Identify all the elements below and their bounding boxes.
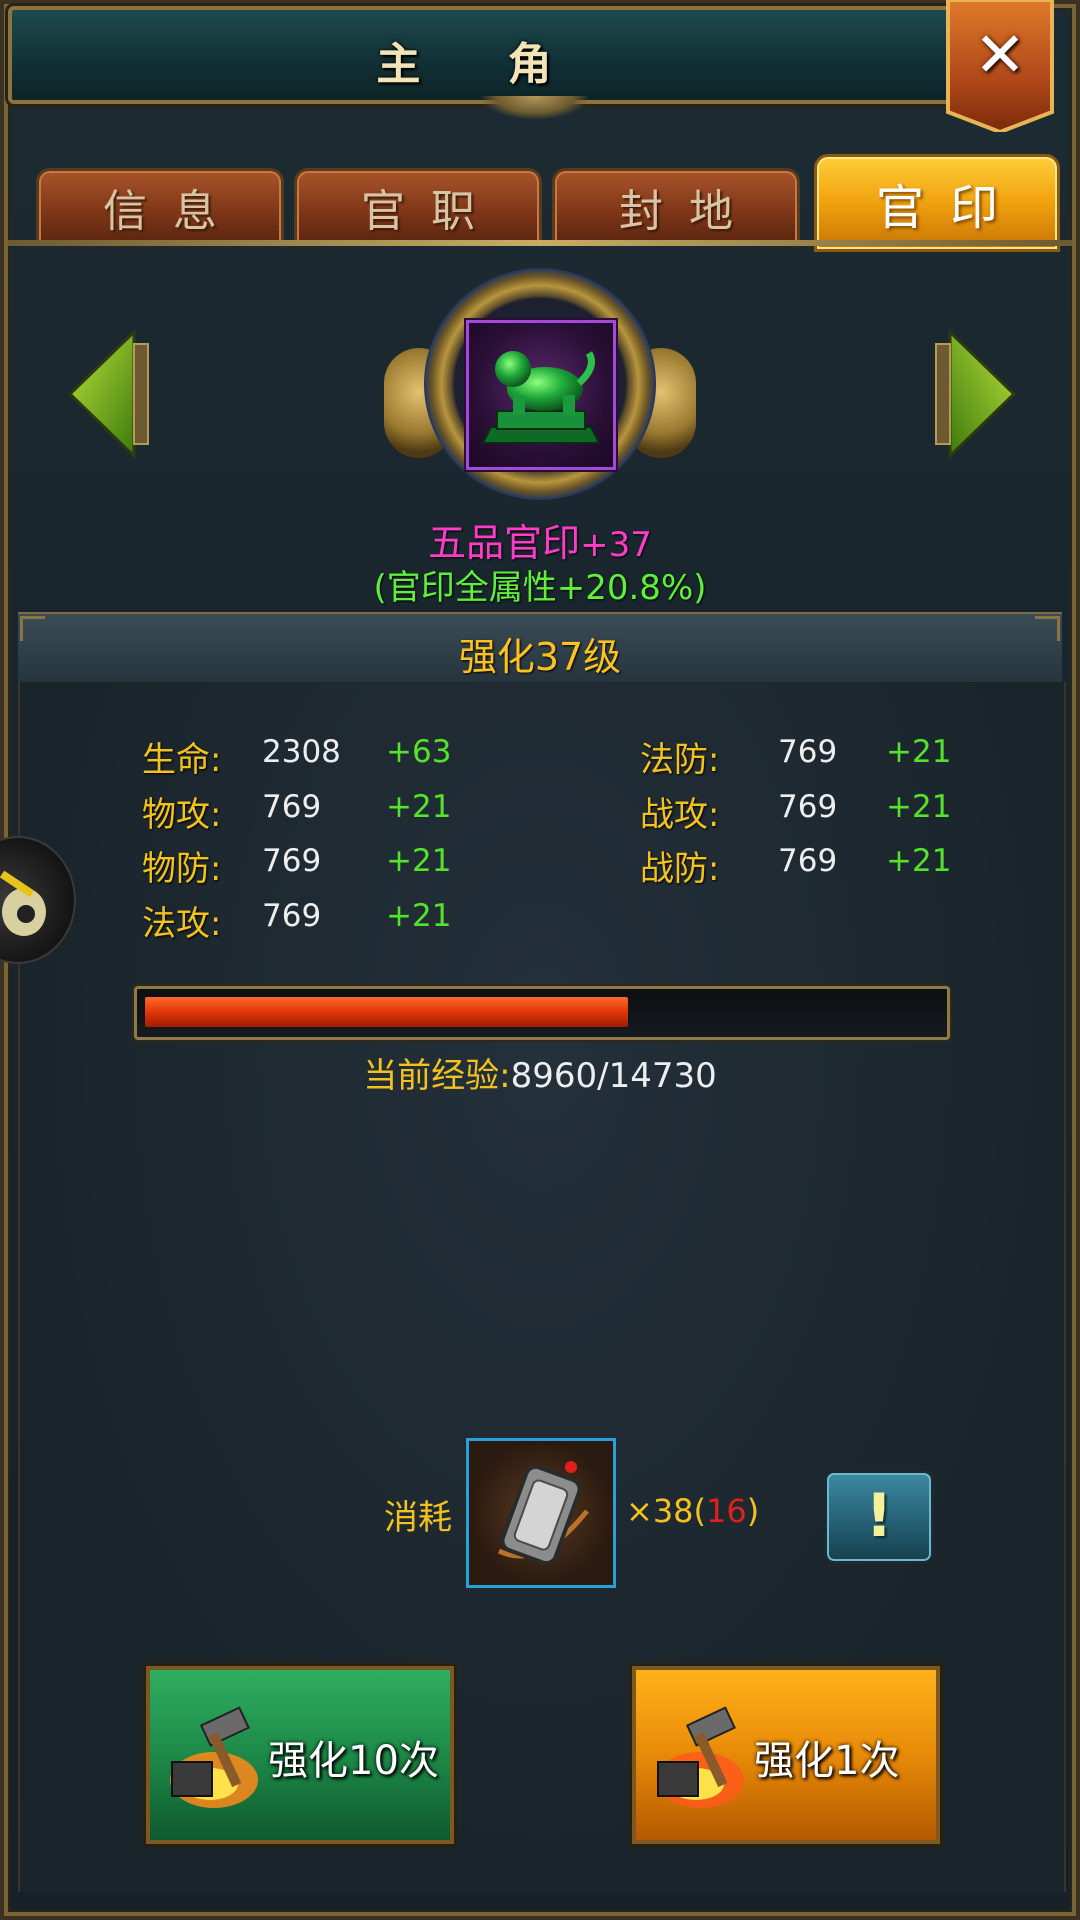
seal-level-suffix: +37 (580, 525, 652, 565)
tab-office[interactable]: 官职 (294, 168, 542, 246)
window-title: 主 角 (376, 39, 588, 90)
seal-name: 五品官印+37 (0, 512, 1080, 567)
forge-hammer-icon (656, 1706, 744, 1808)
enhance-level-header: 强化37级 (18, 612, 1062, 684)
jade-seal-drawing (481, 351, 601, 444)
exclamation-icon: ! (865, 1481, 893, 1551)
stat-row: 战防: 769 +21 (640, 841, 980, 889)
tab-info-label: 信息 (103, 186, 243, 237)
tab-office-label: 官职 (361, 186, 501, 237)
experience-bar-fill (145, 997, 628, 1027)
enhance-10-button[interactable]: 强化10次 (146, 1666, 454, 1844)
consume-owned: 16 (706, 1492, 747, 1530)
arrow-left-icon (67, 328, 149, 460)
stat-key: 物攻: (142, 795, 222, 835)
close-button[interactable]: ✕ (946, 0, 1054, 132)
eye-icon (0, 870, 46, 936)
stat-delta: +63 (386, 734, 452, 770)
enhance-1-label: 强化1次 (754, 1738, 900, 1784)
stat-key: 法攻: (142, 904, 222, 944)
stat-value: 769 (778, 789, 838, 825)
experience-text: 当前经验:8960/14730 (0, 1048, 1080, 1097)
token-drawing (497, 1461, 589, 1566)
stat-value: 2308 (262, 734, 341, 770)
experience-value: 8960/14730 (510, 1056, 717, 1096)
seal-name-text: 五品官印 (428, 521, 581, 565)
enhance-10-label: 强化10次 (268, 1738, 439, 1784)
stat-value: 769 (262, 789, 322, 825)
owned-open-paren: ( (693, 1492, 707, 1530)
stat-delta: +21 (886, 843, 952, 879)
tab-fief-label: 封地 (619, 186, 759, 237)
arrow-right-icon (935, 328, 1017, 460)
next-seal-button[interactable] (928, 328, 1018, 464)
stat-row: 法攻: 769 +21 (142, 896, 482, 944)
owned-close-paren: ) (746, 1492, 760, 1530)
stat-row: 战攻: 769 +21 (640, 787, 980, 835)
floating-assistant-icon[interactable] (0, 836, 76, 964)
stat-value: 769 (778, 734, 838, 770)
tab-seal-label: 官印 (875, 180, 1024, 236)
stat-row: 生命: 2308 +63 (142, 732, 482, 780)
stat-row: 法防: 769 +21 (640, 732, 980, 780)
consume-label: 消耗 (384, 1498, 452, 1538)
stat-key: 战攻: (640, 795, 720, 835)
info-button[interactable]: ! (824, 1470, 934, 1564)
close-icon: ✕ (974, 18, 1026, 91)
stat-key: 物防: (142, 849, 222, 889)
stat-value: 769 (262, 898, 322, 934)
stat-delta: +21 (386, 898, 452, 934)
consume-required: ×38 (626, 1492, 694, 1530)
stat-value: 769 (262, 843, 322, 879)
stat-delta: +21 (386, 843, 452, 879)
stat-delta: +21 (386, 789, 452, 825)
tab-fief[interactable]: 封地 (552, 168, 800, 246)
enhance-1-button[interactable]: 强化1次 (632, 1666, 940, 1844)
experience-label: 当前经验: (363, 1056, 511, 1096)
forge-hammer-icon (170, 1706, 258, 1808)
stat-key: 战防: (640, 849, 720, 889)
consume-count: ×38(16) (626, 1492, 759, 1530)
stat-row: 物防: 769 +21 (142, 841, 482, 889)
tab-divider (8, 240, 1072, 246)
stat-key: 生命: (142, 740, 222, 780)
tab-seal[interactable]: 官印 (814, 154, 1060, 252)
seal-emblem (384, 268, 696, 508)
seal-token-icon[interactable] (466, 1438, 616, 1588)
title-ornament (480, 96, 590, 120)
enhance-level-label: 强化37级 (458, 635, 622, 679)
tab-info[interactable]: 信息 (36, 168, 284, 246)
stat-value: 769 (778, 843, 838, 879)
title-bar: 主 角 (8, 6, 1016, 104)
experience-bar (134, 986, 950, 1040)
jade-beast-seal-icon[interactable] (466, 320, 616, 470)
stat-row: 物攻: 769 +21 (142, 787, 482, 835)
seal-attribute-bonus: (官印全属性+20.8%) (373, 568, 707, 608)
stat-delta: +21 (886, 789, 952, 825)
stat-delta: +21 (886, 734, 952, 770)
prev-seal-button[interactable] (66, 328, 156, 464)
stat-key: 法防: (640, 740, 720, 780)
